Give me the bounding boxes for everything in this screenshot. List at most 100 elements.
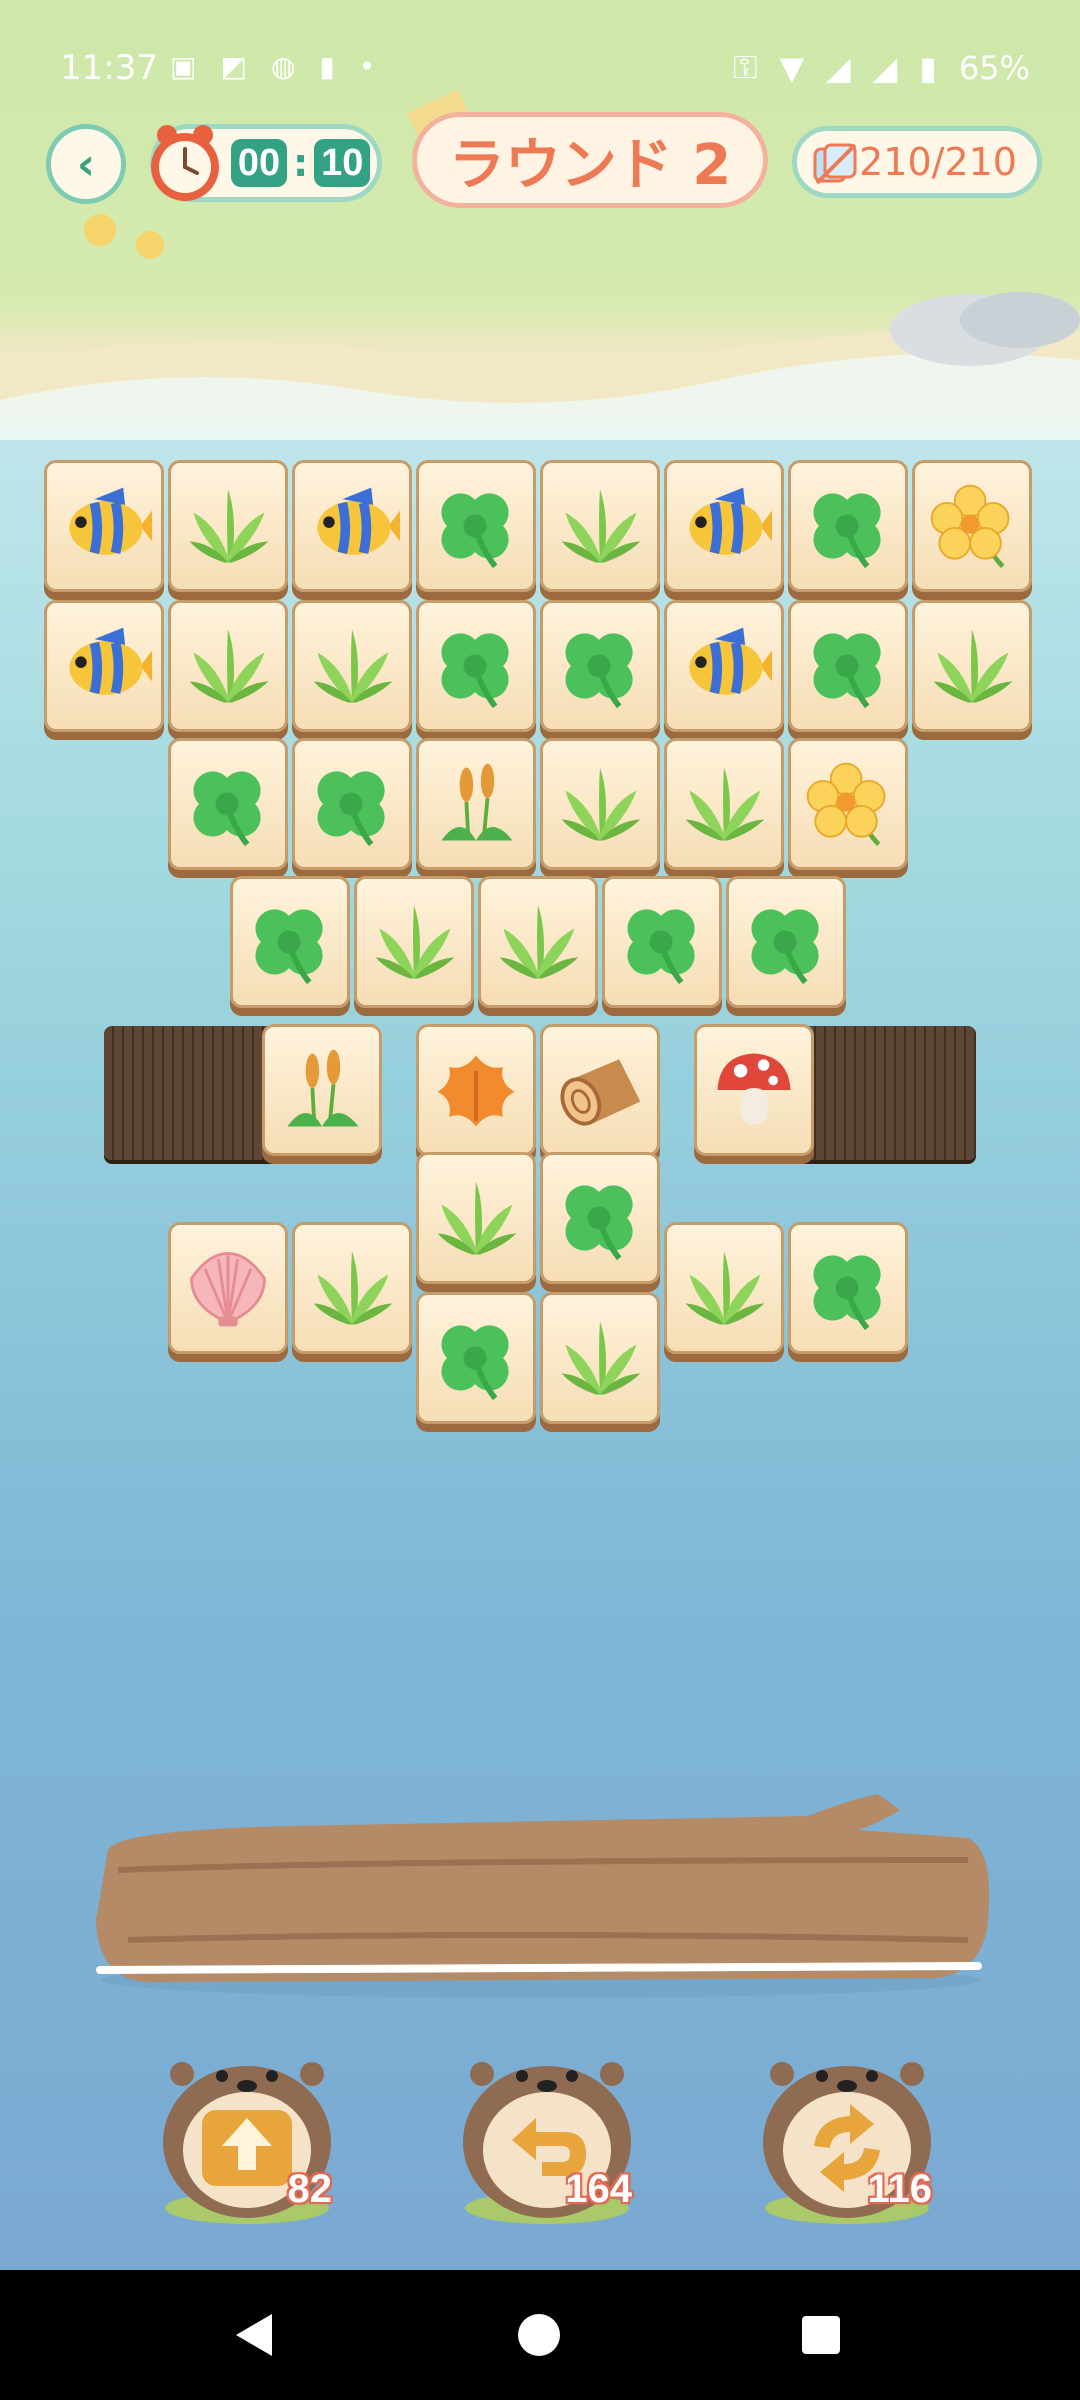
clover-icon [627, 909, 695, 985]
leaf-icon [933, 629, 1013, 703]
tile-counter-value: 210/210 [859, 140, 1017, 184]
leaf-icon [189, 489, 269, 563]
tile-cattail[interactable] [416, 738, 536, 870]
clover-icon [441, 493, 509, 569]
tile-clover[interactable] [540, 1152, 660, 1284]
powerup-move-up[interactable]: 82 [152, 2030, 342, 2230]
tile-fish[interactable] [664, 600, 784, 732]
tile-mushroom[interactable] [694, 1024, 814, 1156]
tile-leaf[interactable] [168, 460, 288, 592]
timer: 00 : 10 [150, 124, 382, 202]
fish-icon [69, 627, 152, 695]
tile-leaf[interactable] [292, 600, 412, 732]
tile-stack-right [796, 1026, 976, 1160]
cattail-icon [441, 763, 513, 841]
clover-icon [565, 633, 633, 709]
tile-stack-left [104, 1026, 284, 1160]
tile-leaf[interactable] [168, 600, 288, 732]
tile-leaf[interactable] [354, 876, 474, 1008]
leaf-icon [313, 1251, 393, 1325]
powerup-shuffle[interactable]: 116 [752, 2030, 942, 2230]
tile-clover[interactable] [416, 600, 536, 732]
timer-seconds: 10 [314, 139, 371, 187]
clover-icon [813, 1255, 881, 1331]
tile-cattail[interactable] [262, 1024, 382, 1156]
clover-icon [813, 493, 881, 569]
tile-leaf[interactable] [664, 738, 784, 870]
round-title: ラウンド 2 [412, 112, 768, 208]
tile-flower[interactable] [912, 460, 1032, 592]
fish-icon [69, 487, 152, 555]
tile-clover[interactable] [540, 600, 660, 732]
tile-autumn-leaf[interactable] [416, 1024, 536, 1156]
tile-shell[interactable] [168, 1222, 288, 1354]
nav-back-icon[interactable] [236, 2314, 272, 2356]
clover-icon [441, 1325, 509, 1401]
nav-home-icon[interactable] [518, 2314, 560, 2356]
tile-leaf[interactable] [292, 1222, 412, 1354]
fish-icon [689, 487, 772, 555]
chevron-left-icon: ‹ [76, 138, 96, 190]
leaf-icon [685, 1251, 765, 1325]
clover-icon [813, 633, 881, 709]
tile-leaf[interactable] [540, 738, 660, 870]
nav-recents-icon[interactable] [802, 2316, 840, 2354]
tile-counter: 210/210 [792, 126, 1042, 198]
leaf-icon [685, 767, 765, 841]
shell-icon [190, 1251, 266, 1327]
timer-minutes: 00 [231, 139, 287, 187]
clover-icon [565, 1185, 633, 1261]
tile-tray-log [96, 1794, 990, 1998]
tile-leaf[interactable] [540, 460, 660, 592]
tile-clover[interactable] [788, 460, 908, 592]
leaf-icon [375, 905, 455, 979]
log-icon [560, 1059, 641, 1126]
cattail-icon [287, 1049, 359, 1127]
powerup-count: 116 [867, 2167, 932, 2211]
clover-icon [441, 633, 509, 709]
clover-icon [751, 909, 819, 985]
timer-colon: : [293, 141, 309, 185]
leaf-icon [437, 1181, 517, 1255]
leaf-icon [189, 629, 269, 703]
flower-icon [930, 484, 1010, 569]
flower-icon [806, 762, 886, 847]
alarm-clock-icon [151, 125, 219, 201]
fish-icon [689, 627, 772, 695]
leaf-icon [499, 905, 579, 979]
back-button[interactable]: ‹ [46, 124, 126, 204]
tile-count-icon [813, 143, 857, 185]
tile-clover[interactable] [292, 738, 412, 870]
clover-icon [255, 909, 323, 985]
tile-fish[interactable] [664, 460, 784, 592]
beach-scenery [0, 214, 1080, 440]
tile-log[interactable] [540, 1024, 660, 1156]
leaf-icon [561, 489, 641, 563]
fish-icon [317, 487, 400, 555]
leaf-icon [561, 767, 641, 841]
clover-icon [193, 771, 261, 847]
clover-icon [317, 771, 385, 847]
autumn-leaf-icon [437, 1055, 515, 1127]
powerup-count: 82 [287, 2167, 333, 2211]
tile-clover[interactable] [168, 738, 288, 870]
tile-clover[interactable] [788, 600, 908, 732]
tile-clover[interactable] [726, 876, 846, 1008]
tile-clover[interactable] [602, 876, 722, 1008]
tile-clover[interactable] [416, 460, 536, 592]
tile-clover[interactable] [416, 1292, 536, 1424]
tile-fish[interactable] [44, 600, 164, 732]
tile-clover[interactable] [788, 1222, 908, 1354]
tile-flower[interactable] [788, 738, 908, 870]
tile-leaf[interactable] [540, 1292, 660, 1424]
leaf-icon [561, 1321, 641, 1395]
tile-leaf[interactable] [478, 876, 598, 1008]
tile-clover[interactable] [230, 876, 350, 1008]
tile-fish[interactable] [44, 460, 164, 592]
powerup-undo[interactable]: 164 [452, 2030, 642, 2230]
tile-fish[interactable] [292, 460, 412, 592]
leaf-icon [313, 629, 393, 703]
tile-leaf[interactable] [664, 1222, 784, 1354]
tile-leaf[interactable] [416, 1152, 536, 1284]
tile-leaf[interactable] [912, 600, 1032, 732]
